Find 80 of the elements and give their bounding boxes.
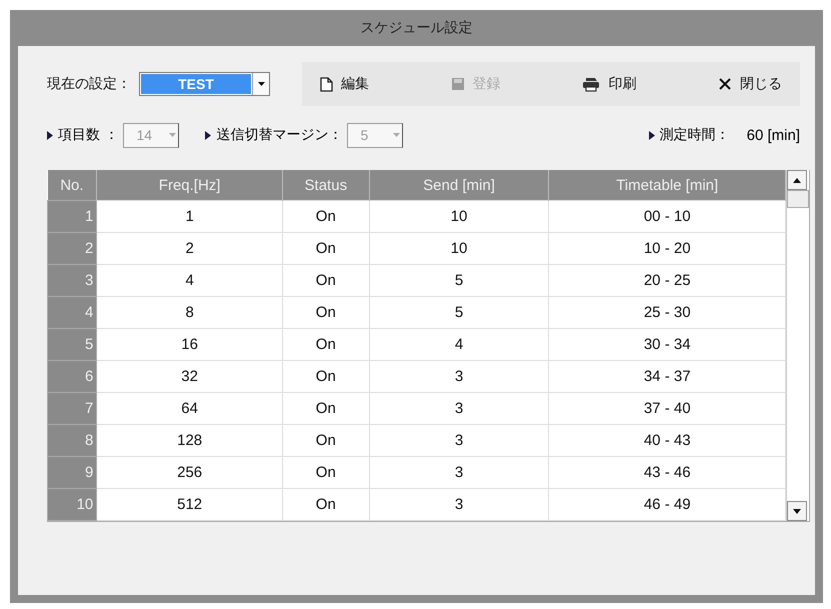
table-cell: 43 - 46 (548, 456, 786, 488)
printer-icon (582, 76, 600, 92)
table-cell: On (282, 200, 370, 232)
row-number: 8 (48, 424, 97, 456)
table-cell: 8 (96, 296, 282, 328)
dropdown-arrow-icon (258, 82, 264, 86)
column-header: Send [min] (369, 170, 549, 200)
dropdown-arrow-icon (393, 133, 400, 137)
row-number: 4 (48, 296, 97, 328)
scroll-down-button[interactable] (787, 501, 807, 521)
row-number: 5 (48, 328, 97, 360)
table-cell: On (282, 424, 370, 456)
table-cell: 3 (369, 392, 549, 424)
document-icon (320, 76, 333, 92)
row-number: 10 (48, 488, 97, 520)
table-cell: 32 (96, 360, 282, 392)
table-cell: 3 (369, 456, 549, 488)
setting-dropdown[interactable]: TEST (139, 72, 270, 96)
table-cell: 46 - 49 (548, 488, 786, 520)
table-cell: 256 (96, 456, 282, 488)
row-number: 7 (48, 392, 97, 424)
table-cell: On (282, 360, 370, 392)
table-cell: On (282, 392, 370, 424)
table-cell: On (282, 232, 370, 264)
table-cell: 3 (369, 360, 549, 392)
table-cell: 37 - 40 (548, 392, 786, 424)
toolbar-button[interactable]: 印刷 (576, 71, 642, 97)
table-cell: 1 (96, 200, 282, 232)
table-cell: 5 (369, 296, 549, 328)
row-number: 2 (48, 232, 97, 264)
table-cell: 20 - 25 (548, 264, 786, 296)
dropdown-arrow-icon (169, 133, 176, 137)
scroll-up-button[interactable] (787, 170, 807, 190)
table-cell: 34 - 37 (548, 360, 786, 392)
column-header: Freq.[Hz] (96, 170, 282, 200)
setting-label: 現在の設定： (47, 75, 131, 93)
field-label: 送信切替マージン： (216, 126, 342, 144)
table-cell: On (282, 264, 370, 296)
row-number: 6 (48, 360, 97, 392)
table-cell: 25 - 30 (548, 296, 786, 328)
table-cell: 00 - 10 (548, 200, 786, 232)
up-arrow-icon (793, 178, 801, 182)
scroll-thumb[interactable] (787, 190, 809, 208)
down-arrow-icon (793, 508, 801, 514)
table-cell: 4 (96, 264, 282, 296)
triangle-icon (47, 130, 53, 140)
table-cell: 16 (96, 328, 282, 360)
toolbar-button[interactable]: 編集 (314, 71, 375, 97)
row-number: 9 (48, 456, 97, 488)
table-cell: 3 (369, 424, 549, 456)
row-number: 1 (48, 200, 97, 232)
table-cell: 2 (96, 232, 282, 264)
toolbar-button[interactable]: 閉じる (712, 71, 788, 97)
table-cell: 10 (369, 200, 549, 232)
table-cell: 10 (369, 232, 549, 264)
table-cell: On (282, 488, 370, 520)
time-value: 60 [min] (746, 126, 800, 144)
table-cell: 30 - 34 (548, 328, 786, 360)
column-header: Timetable [min] (548, 170, 786, 200)
table-cell: 5 (369, 264, 549, 296)
table-cell: 3 (369, 488, 549, 520)
row-number: 3 (48, 264, 97, 296)
table-cell: 512 (96, 488, 282, 520)
close-icon (718, 77, 732, 91)
table-cell: On (282, 456, 370, 488)
triangle-icon (648, 130, 655, 140)
table-cell: 4 (369, 328, 549, 360)
field-label: 項目数 ： (58, 126, 118, 144)
table-cell: 128 (96, 424, 282, 456)
column-header: Status (282, 170, 370, 200)
scrollbar[interactable] (786, 170, 809, 521)
table-cell: 64 (96, 392, 282, 424)
field-label: 測定時間： (660, 126, 730, 144)
table-cell: On (282, 328, 370, 360)
triangle-icon (205, 130, 212, 140)
table-cell: 40 - 43 (548, 424, 786, 456)
table-cell: 10 - 20 (548, 232, 786, 264)
table-cell: On (282, 296, 370, 328)
column-header: No. (48, 170, 97, 200)
window-title: スケジュール設定 (360, 19, 474, 38)
